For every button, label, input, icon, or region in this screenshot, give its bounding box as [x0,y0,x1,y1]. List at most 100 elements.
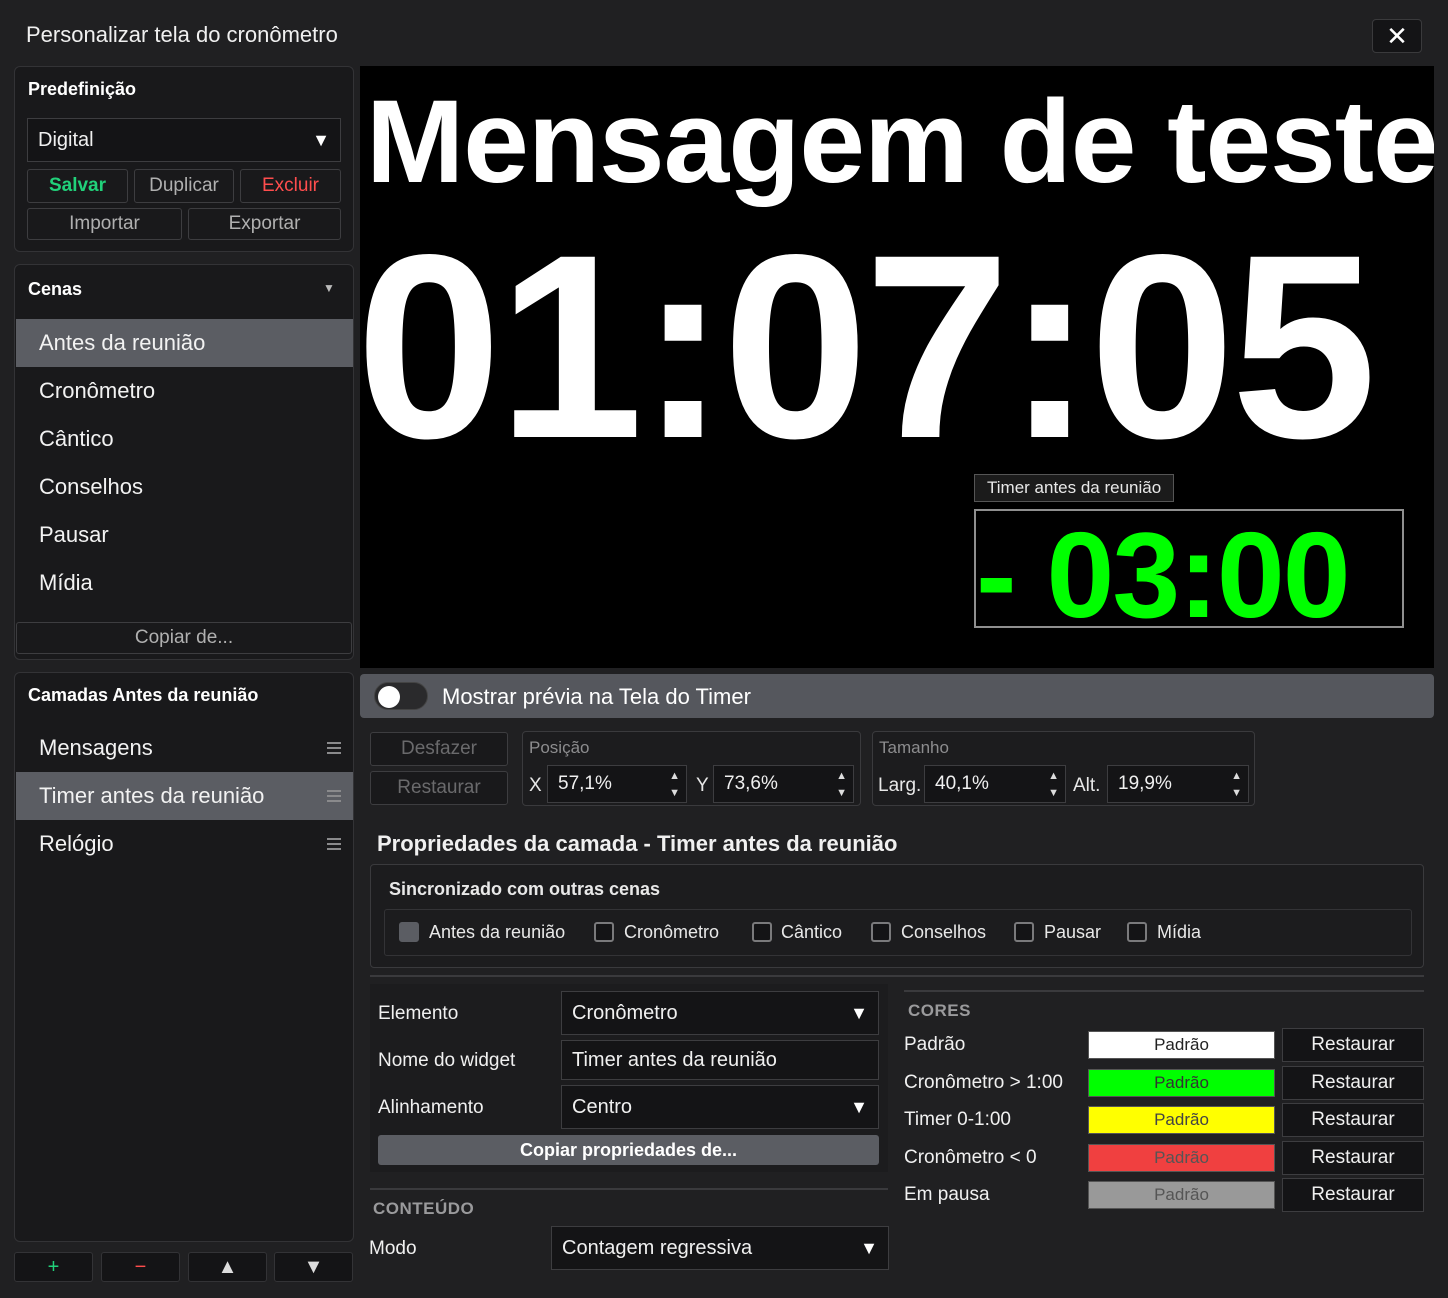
close-icon: ✕ [1386,20,1408,51]
height-input[interactable]: 19,9% ▲ ▼ [1107,765,1249,803]
color-swatch-default[interactable]: Padrão [1088,1031,1275,1059]
sync-checkbox[interactable] [1127,922,1147,942]
element-select[interactable]: Cronômetro ▼ [561,991,879,1035]
color-row-label: Cronômetro < 0 [904,1147,1037,1168]
element-label: Elemento [378,1003,459,1024]
collapse-arrow-icon[interactable]: ▼ [323,281,335,295]
color-row-label: Cronômetro > 1:00 [904,1072,1063,1093]
color-row-label: Padrão [904,1034,966,1055]
spinner-arrows-icon[interactable]: ▲ ▼ [836,768,847,802]
x-label: X [529,775,542,796]
spinner-arrows-icon[interactable]: ▲ ▼ [669,768,680,802]
divider [370,1188,888,1190]
restore-color-button[interactable]: Restaurar [1282,1103,1424,1137]
copy-from-button[interactable]: Copiar de... [16,622,352,654]
sync-checkbox-label: Mídia [1157,922,1202,942]
layer-label: Timer antes da reunião [39,783,265,808]
sync-checkbox[interactable] [1014,922,1034,942]
size-group: Tamanho Larg. 40,1% ▲ ▼ Alt. 19,9% ▲ ▼ [872,731,1255,806]
y-label: Y [696,775,709,796]
width-input[interactable]: 40,1% ▲ ▼ [924,765,1066,803]
timer-widget[interactable]: - 03:00 [974,509,1404,628]
drag-handle-icon[interactable] [327,838,341,850]
color-row-label: Em pausa [904,1184,990,1205]
scenes-heading: Cenas [28,279,83,299]
spinner-arrows-icon[interactable]: ▲ ▼ [1231,768,1242,802]
sync-checkbox[interactable] [399,922,419,942]
position-group: Posição X 57,1% ▲ ▼ Y 73,6% ▲ ▼ [522,731,861,806]
widget-name-label: Nome do widget [378,1050,516,1071]
divider [904,990,1424,992]
content-heading: CONTEÚDO [373,1199,475,1218]
alignment-label: Alinhamento [378,1097,484,1118]
timer-value: - 03:00 [976,509,1351,628]
restore-color-button[interactable]: Restaurar [1282,1178,1424,1212]
scene-item[interactable]: Pausar [16,511,353,559]
dropdown-arrow-icon: ▼ [850,1096,868,1117]
scene-item[interactable]: Antes da reunião [16,319,353,367]
height-label: Alt. [1073,775,1101,796]
preset-select[interactable]: Digital ▼ [27,118,341,162]
color-swatch-running[interactable]: Padrão [1088,1069,1275,1097]
y-input[interactable]: 73,6% ▲ ▼ [713,765,854,803]
remove-layer-button[interactable]: − [101,1252,180,1282]
sync-checkbox-label: Antes da reunião [429,922,566,942]
sync-checkbox[interactable] [752,922,772,942]
timer-preview[interactable]: Mensagem de teste 01:07:05 Timer antes d… [360,66,1434,668]
duplicate-button[interactable]: Duplicar [134,169,234,203]
color-swatch-overtime[interactable]: Padrão [1088,1144,1275,1172]
sync-checkbox-label: Cronômetro [624,922,720,942]
save-button[interactable]: Salvar [27,169,128,203]
layer-item[interactable]: Mensagens [16,724,353,772]
move-up-button[interactable]: ▲ [188,1252,267,1282]
position-label: Posição [529,738,590,757]
toggle-label: Mostrar prévia na Tela do Timer [442,684,751,709]
colors-heading: CORES [908,1001,971,1020]
undo-button[interactable]: Desfazer [370,732,508,766]
restore-color-button[interactable]: Restaurar [1282,1028,1424,1062]
sync-checkbox[interactable] [594,922,614,942]
preset-heading: Predefinição [28,79,137,99]
sync-group: Sincronizado com outras cenas [370,864,1424,968]
sync-checkbox-label: Pausar [1044,922,1102,942]
sync-checkbox-label: Cântico [781,922,843,942]
sync-checkbox[interactable] [871,922,891,942]
scene-item[interactable]: Mídia [16,559,353,607]
restore-button[interactable]: Restaurar [370,771,508,805]
close-button[interactable]: ✕ [1372,19,1422,53]
sync-checkbox-label: Conselhos [901,922,987,942]
layer-item[interactable]: Relógio [16,820,353,868]
layer-item[interactable]: Timer antes da reunião [16,772,353,820]
layer-properties-title: Propriedades da camada - Timer antes da … [377,831,898,856]
drag-handle-icon[interactable] [327,790,341,802]
scene-item[interactable]: Conselhos [16,463,353,511]
drag-handle-icon[interactable] [327,742,341,754]
spinner-arrows-icon[interactable]: ▲ ▼ [1048,768,1059,802]
restore-color-button[interactable]: Restaurar [1282,1066,1424,1100]
add-layer-button[interactable]: + [14,1252,93,1282]
copy-properties-button[interactable]: Copiar propriedades de... [378,1135,879,1165]
preset-panel: Predefinição Digital ▼ Salvar Duplicar E… [14,66,354,252]
layer-tag: Timer antes da reunião [974,474,1175,502]
width-label: Larg. [878,775,922,796]
color-swatch-last-minute[interactable]: Padrão [1088,1106,1275,1134]
size-label: Tamanho [879,738,949,757]
preview-toggle[interactable] [374,682,428,710]
restore-color-button[interactable]: Restaurar [1282,1141,1424,1175]
window-title: Personalizar tela do cronômetro [26,22,338,47]
alignment-select[interactable]: Centro ▼ [561,1085,879,1129]
scene-item[interactable]: Cronômetro [16,367,353,415]
scene-item[interactable]: Cântico [16,415,353,463]
mode-label: Modo [369,1238,417,1259]
delete-button[interactable]: Excluir [240,169,341,203]
mode-select[interactable]: Contagem regressiva ▼ [551,1226,889,1270]
color-swatch-paused[interactable]: Padrão [1088,1181,1275,1209]
export-button[interactable]: Exportar [188,208,341,240]
import-button[interactable]: Importar [27,208,182,240]
layer-label: Relógio [39,831,114,856]
x-input[interactable]: 57,1% ▲ ▼ [547,765,687,803]
dropdown-arrow-icon: ▼ [860,1237,878,1258]
preview-message: Mensagem de teste [366,76,1434,208]
widget-name-input[interactable]: Timer antes da reunião [561,1040,879,1080]
move-down-button[interactable]: ▼ [274,1252,353,1282]
